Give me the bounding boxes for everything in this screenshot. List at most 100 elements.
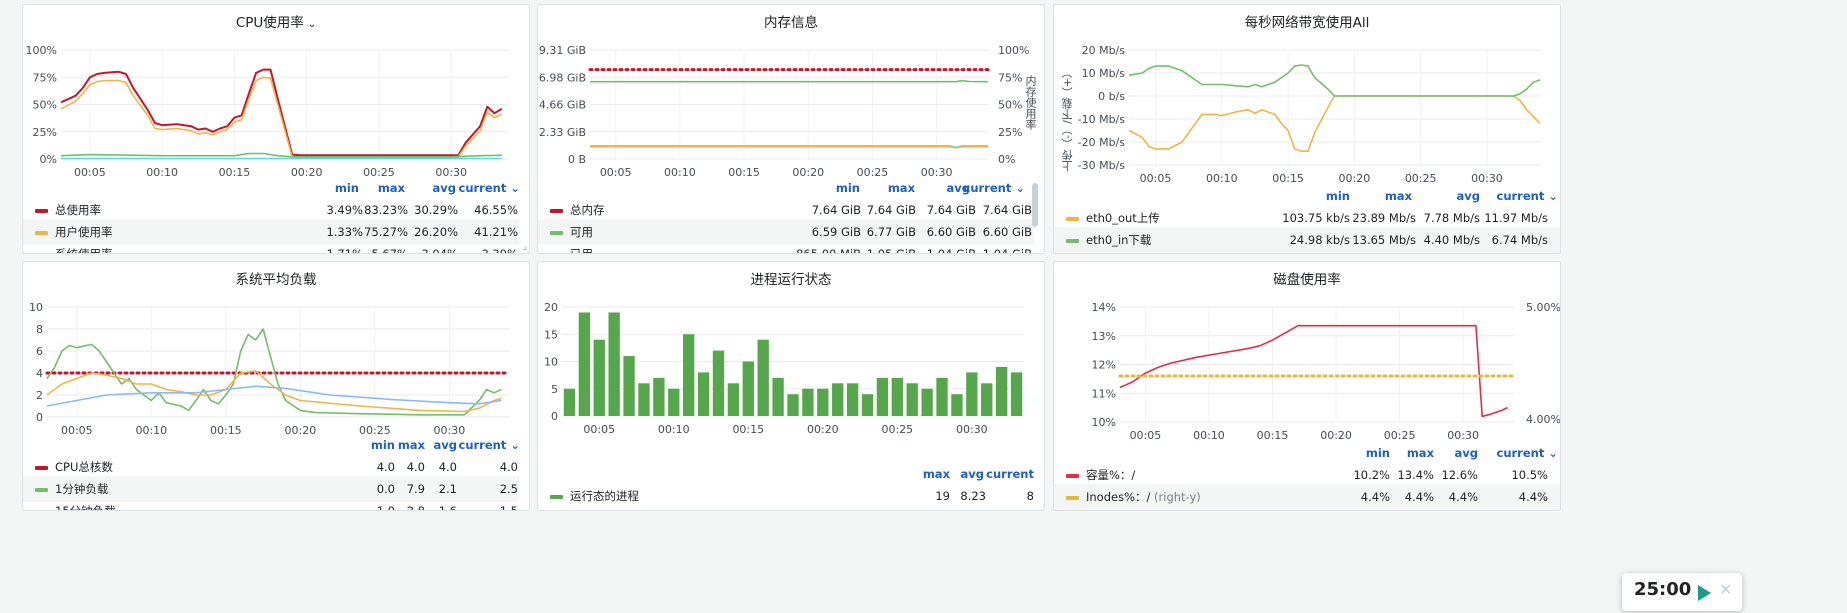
y-right-tick-label: 0% xyxy=(998,153,1015,166)
legend-row[interactable]: 15分钟负载 1.0 2.8 1.6 1.5 xyxy=(23,498,519,511)
x-tick-label: 00:25 xyxy=(857,166,889,179)
chevron-down-icon: ⌄ xyxy=(1015,181,1025,195)
memory-legend: min max avg current ⌄ 总内存 7.64 GiB 7.64 … xyxy=(538,181,1034,253)
x-tick-label: 00:05 xyxy=(74,166,106,179)
x-tick-label: 00:15 xyxy=(219,166,251,179)
x-tick-label: 00:10 xyxy=(135,424,167,437)
x-tick-label: 00:25 xyxy=(363,166,395,179)
close-icon[interactable]: ✕ xyxy=(1719,580,1732,599)
legend-header-avg[interactable]: avg xyxy=(1442,446,1479,460)
resize-corner-icon[interactable]: ⌟ xyxy=(523,242,527,252)
x-tick-label: 00:15 xyxy=(1272,172,1304,185)
load-legend: min max avg current ⌄ CPU总核数 4.0 4.0 4.0… xyxy=(23,438,521,511)
legend-row[interactable]: 运行态的进程 19 8.23 8 xyxy=(538,483,1044,509)
cpu-legend: min max avg current ⌄ 总使用率 3.49% 83.23% … xyxy=(23,181,521,254)
legend-scrollbar[interactable] xyxy=(1032,183,1038,227)
legend-header-avg[interactable]: avg xyxy=(1424,189,1481,203)
legend-header-current[interactable]: current ⌄ xyxy=(963,181,1026,195)
legend-header-current[interactable]: current ⌄ xyxy=(1486,189,1559,203)
cpu-chart: 0% 25% 50% 75% 100% 00:05 00:10 00:15 00:20 00:25… xyxy=(26,44,509,179)
legend-header-current-label: current xyxy=(1496,189,1545,203)
legend-header-min[interactable]: min xyxy=(1294,189,1350,203)
legend-header-current[interactable]: current ⌄ xyxy=(448,438,521,452)
legend-row[interactable]: 系统使用率 1.71% 5.67% 3.04% 3.39% xyxy=(23,241,519,254)
x-tick-label: 00:30 xyxy=(1447,429,1479,442)
legend-header-current[interactable]: current xyxy=(978,467,1034,481)
legend-header-max[interactable]: max xyxy=(393,438,425,452)
y-tick-label: 13% xyxy=(1092,330,1116,343)
x-tick-label: 00:20 xyxy=(285,424,317,437)
legend-header-max[interactable]: max xyxy=(863,181,915,195)
x-tick-label: 00:20 xyxy=(807,423,839,436)
bar xyxy=(891,377,903,416)
panel-disk: 磁盘使用率 10% 11% 12% 13% 14% 4.00% 5.00% 00:05 00:1… xyxy=(1053,261,1561,511)
chevron-down-icon: ⌄ xyxy=(1548,446,1558,460)
x-tick-label: 00:10 xyxy=(1206,172,1238,185)
panel-title[interactable]: 进程运行状态 xyxy=(538,262,1044,294)
panel-process: 进程运行状态 0 5 10 15 20 00:05 00:10 00:15 00:20 00:25… xyxy=(537,261,1045,511)
panel-title[interactable]: 系统平均负载 xyxy=(23,262,529,294)
bar xyxy=(712,350,725,416)
chevron-down-icon: ⌄ xyxy=(510,181,520,195)
y-tick-label: 12% xyxy=(1092,359,1116,372)
series-avg: 4.4% xyxy=(1448,490,1478,504)
series-current: 1.5 xyxy=(499,504,518,511)
panel-title[interactable]: CPU使用率 ⌄ xyxy=(23,5,529,37)
bar xyxy=(906,383,918,416)
bar xyxy=(593,339,605,416)
x-tick-label: 00:15 xyxy=(732,423,764,436)
legend-header-current-label: current xyxy=(458,438,507,452)
network-left-axis-label: 上传（-）/下载（+） xyxy=(1061,67,1074,172)
series-name: eth0_in下载 xyxy=(1086,233,1152,247)
legend-row[interactable]: eth0_in下载 24.98 kb/s 13.65 Mb/s 4.40 Mb/… xyxy=(1054,227,1560,253)
legend-header-max[interactable]: max xyxy=(358,181,405,195)
bar xyxy=(608,312,620,416)
x-tick-label: 00:10 xyxy=(664,166,696,179)
x-tick-label: 00:10 xyxy=(146,166,178,179)
series-avg: 3.04% xyxy=(421,247,458,254)
series-name: Inodes%：/ (right-y) xyxy=(1086,484,1201,510)
series-max: 19 xyxy=(935,489,950,503)
y-tick-label: 50% xyxy=(33,99,57,112)
legend-row[interactable]: 已用 865.00 MiB 1.05 GiB 1.04 GiB 1.04 GiB xyxy=(538,241,1034,254)
series-name: 系统使用率 xyxy=(55,247,113,254)
panel-title[interactable]: 磁盘使用率 xyxy=(1054,262,1560,294)
play-icon[interactable] xyxy=(1698,585,1711,601)
x-tick-label: 00:30 xyxy=(1471,172,1503,185)
legend-header-max[interactable]: max xyxy=(1398,446,1434,460)
x-tick-label: 00:05 xyxy=(1140,172,1172,185)
panel-title[interactable]: 内存信息 xyxy=(538,5,1044,37)
series-name: 15分钟负载 xyxy=(55,504,116,511)
series-swatch xyxy=(1066,217,1079,221)
legend-header: max avg current xyxy=(538,467,1044,483)
x-tick-label: 00:15 xyxy=(728,166,760,179)
bar xyxy=(578,312,591,416)
legend-header-min[interactable]: min xyxy=(313,181,359,195)
bar xyxy=(563,388,576,416)
series-current: 1.04 GiB xyxy=(982,247,1032,254)
chevron-down-icon[interactable]: ⌄ xyxy=(308,19,316,30)
x-tick-label: 00:05 xyxy=(600,166,632,179)
chevron-down-icon: ⌄ xyxy=(1548,189,1558,203)
series-swatch xyxy=(1066,474,1079,478)
x-tick-label: 00:05 xyxy=(583,423,615,436)
process-legend: max avg current 运行态的进程 19 8.23 8 xyxy=(538,467,1044,510)
y-tick-label: 5 xyxy=(551,383,558,396)
y-right-tick-label: 100% xyxy=(998,44,1029,57)
bar xyxy=(817,388,829,416)
series-line xyxy=(46,370,502,413)
x-tick-label: 00:10 xyxy=(1193,429,1225,442)
legend-header-max[interactable]: max xyxy=(1354,189,1412,203)
series-name: 运行态的进程 xyxy=(570,489,639,503)
bar xyxy=(951,394,963,416)
legend-header-min[interactable]: min xyxy=(1354,446,1390,460)
bar xyxy=(653,377,665,416)
y-right-tick-label: 50% xyxy=(998,99,1022,112)
legend-header-current[interactable]: current ⌄ xyxy=(1484,446,1559,460)
legend-row[interactable]: Inodes%：/ (right-y) 4.4% 4.4% 4.4% 4.4% xyxy=(1054,484,1560,510)
legend-header-min[interactable]: min xyxy=(808,181,860,195)
legend-header-max[interactable]: max xyxy=(918,467,950,481)
panel-title[interactable]: 每秒网络带宽使用All xyxy=(1054,5,1560,37)
legend-header-current[interactable]: current ⌄ xyxy=(448,181,521,195)
legend-header-min[interactable]: min xyxy=(363,438,395,452)
